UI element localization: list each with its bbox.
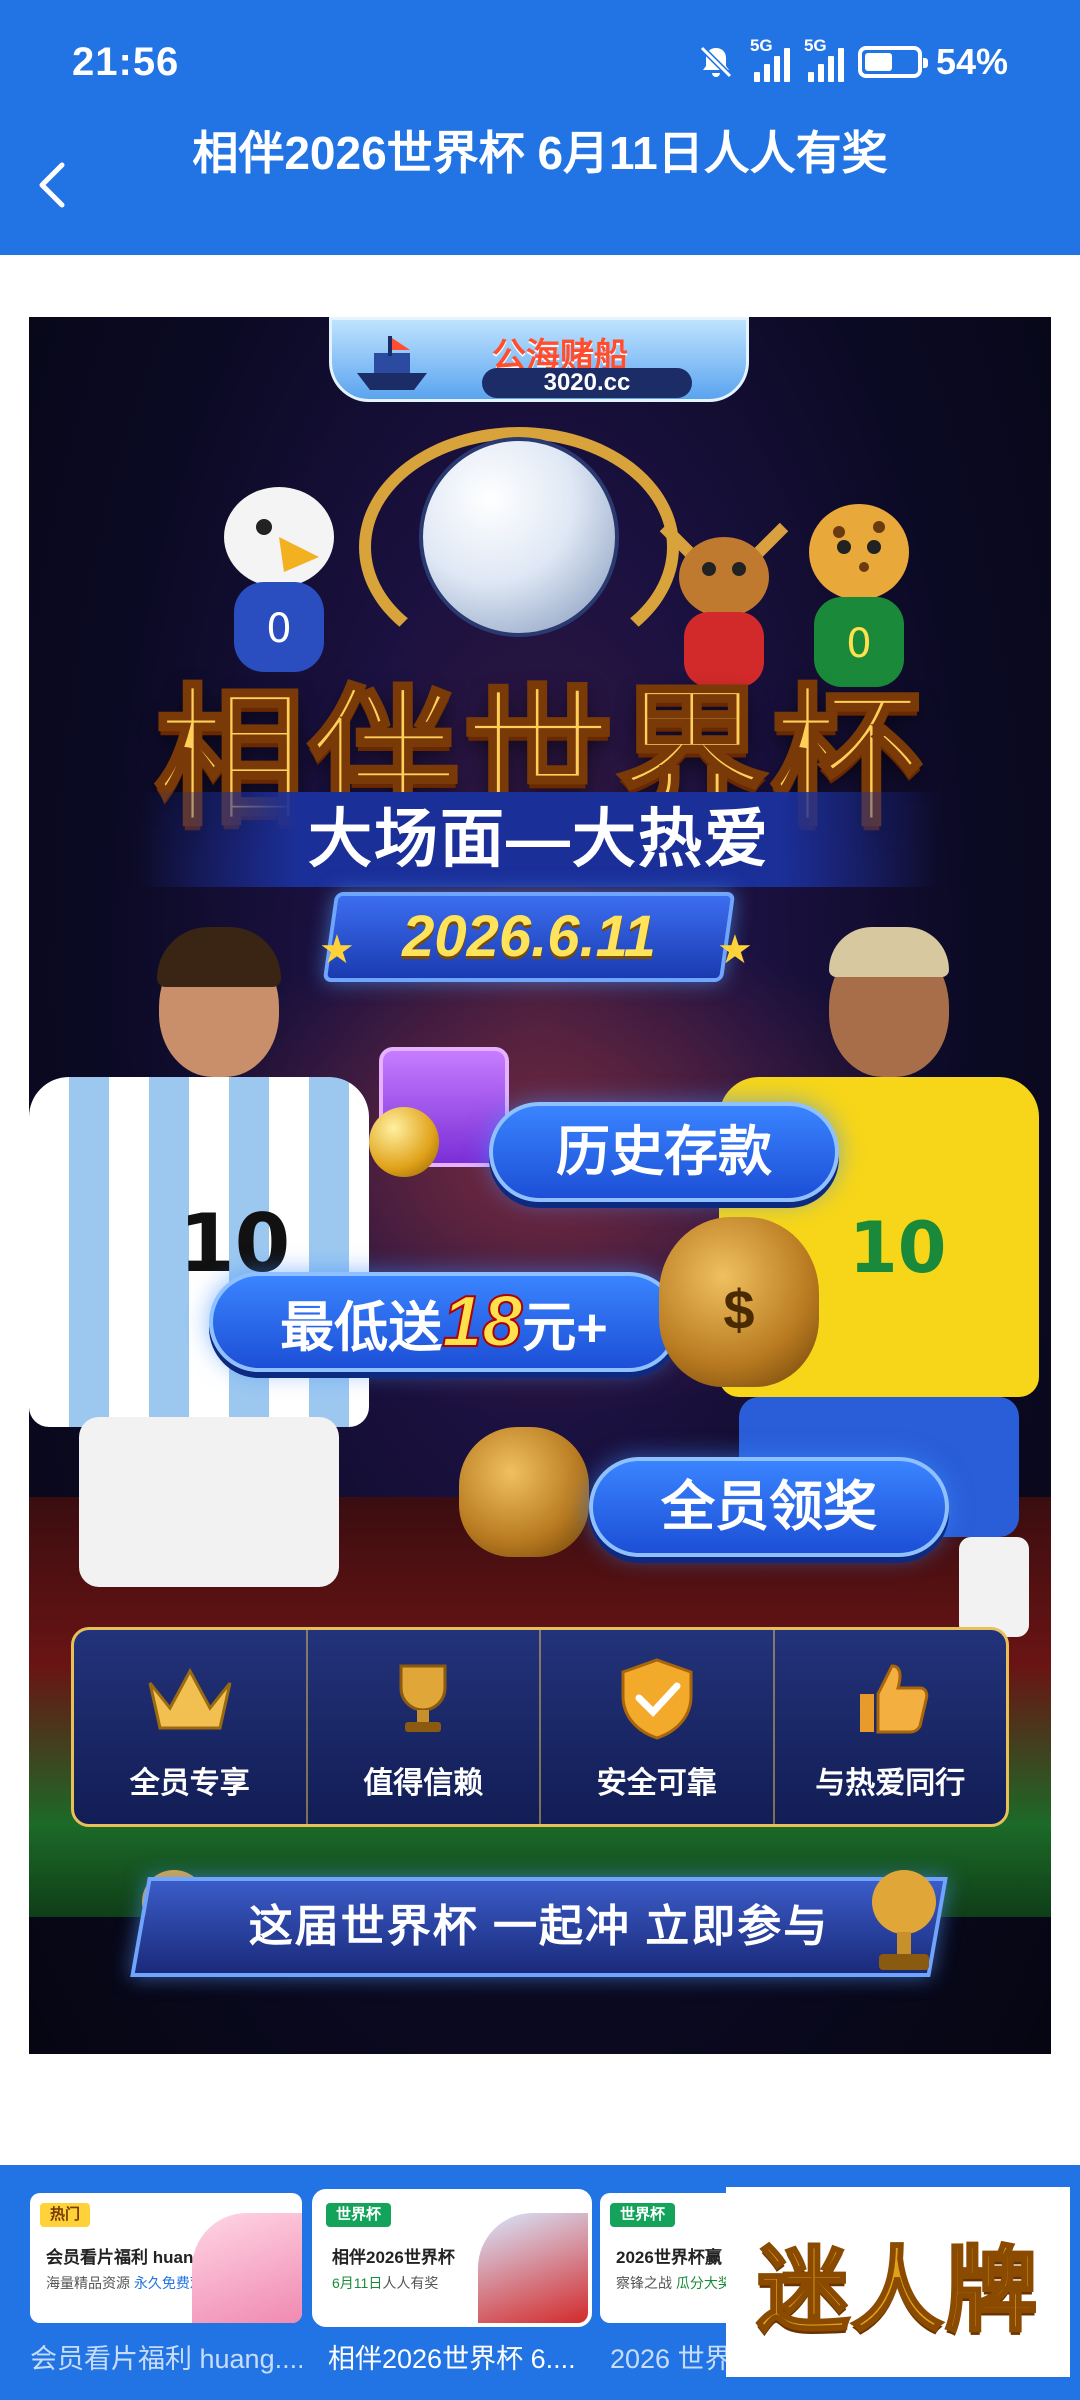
signal-bar: [783, 48, 790, 82]
battery-icon: [857, 46, 928, 78]
promo-min-bonus-suffix: 元+: [522, 1298, 608, 1358]
signal-icon-2: 5G: [804, 36, 844, 82]
cta-banner[interactable]: 这届世界杯 一起冲 立即参与: [130, 1877, 948, 1977]
card-tag: 热门: [40, 2203, 91, 2227]
top-bar: 21:56 5G 5G 54% 相伴2026世界杯 6月11日人人有奖: [0, 0, 1080, 255]
feature-item: 安全可靠: [541, 1630, 775, 1824]
player-right-sock: [959, 1537, 1029, 1637]
feature-label: 与热爱同行: [815, 1767, 966, 1800]
signal-bar: [817, 64, 824, 82]
card-tag: 世界杯: [610, 2203, 676, 2227]
card-caption: 相伴2026世界杯 6....: [328, 2344, 576, 2374]
carousel-card-active[interactable]: 世界杯 相伴2026世界杯 6月11日人人有奖: [312, 2189, 592, 2327]
promo-all-members: 全员领奖: [589, 1457, 949, 1557]
card-caption: 2026 世界: [610, 2344, 730, 2374]
battery-percent: 54%: [935, 41, 1008, 82]
status-bar: 21:56 5G 5G 54%: [0, 0, 1080, 120]
screen: 21:56 5G 5G 54% 相伴2026世界杯 6月11日人人有奖 公海赌船…: [0, 0, 1080, 2400]
poster-subheadline: 大场面—大热爱: [308, 803, 770, 875]
back-button[interactable]: [22, 150, 82, 220]
player-right-hair: [829, 927, 949, 977]
status-icons: 5G 5G 54%: [696, 36, 1008, 86]
shield-check-icon: [612, 1658, 702, 1740]
money-sack-icon: [459, 1427, 589, 1557]
thumbs-up-icon: [845, 1658, 935, 1738]
trophy-icon: [378, 1658, 468, 1738]
brand-url: 3020.cc: [482, 368, 692, 398]
signal-bar: [827, 56, 834, 82]
promo-min-bonus-amount: 18: [441, 1281, 523, 1363]
watermark-text: 迷人牌: [755, 2234, 1039, 2345]
card-thumbnail: [192, 2213, 302, 2323]
coins-icon: [369, 1107, 439, 1177]
feature-label: 全员专享: [129, 1767, 250, 1800]
signal-icon-1: 5G: [750, 36, 790, 82]
feature-label: 值得信赖: [363, 1767, 484, 1800]
crown-icon: [145, 1658, 235, 1738]
soccer-ball-icon: [419, 437, 619, 637]
signal-bar: [807, 72, 814, 82]
signal-bar: [763, 64, 770, 82]
card-subtitle: 6月11日人人有奖: [332, 2275, 439, 2291]
signal-bar: [773, 56, 780, 82]
page-title: 相伴2026世界杯 6月11日人人有奖: [192, 127, 888, 179]
promo-min-bonus-prefix: 最低送: [280, 1298, 443, 1358]
player-right-number: 10: [849, 1207, 947, 1289]
poster-date: 2026.6.11: [402, 904, 656, 969]
battery-level: [864, 53, 892, 71]
signal-bar: [837, 48, 844, 82]
carousel-card[interactable]: 热门 会员看片福利 huang.tv 海量精品资源 永久免费观看: [30, 2193, 302, 2323]
feature-item: 与热爱同行: [775, 1630, 1007, 1824]
money-bag-icon: $: [659, 1217, 819, 1387]
feature-label: 安全可靠: [596, 1767, 717, 1800]
poster-subheadline-banner: 大场面—大热爱: [139, 792, 939, 887]
features-bar: 全员专享 值得信赖 安全可靠 与热爱同行: [71, 1627, 1009, 1827]
player-left-shorts: [79, 1417, 339, 1587]
player-left-hair: [157, 927, 281, 987]
card-tag: 世界杯: [326, 2203, 392, 2227]
promo-poster-image: 公海赌船 3020.cc 0 0 相伴世界杯 大场面—大热爱 2026.6.11…: [29, 317, 1051, 2054]
cta-label: 这届世界杯 一起冲 立即参与: [248, 1902, 830, 1951]
gold-cup-icon: [859, 1862, 949, 1982]
card-caption: 会员看片福利 huang....: [30, 2344, 302, 2374]
promo-min-bonus: 最低送18元+: [209, 1272, 679, 1372]
card-subtitle: 察锋之战 瓜分大奖: [616, 2275, 732, 2291]
brand-logo: 公海赌船 3020.cc: [329, 317, 749, 402]
mute-bell-icon: [699, 45, 733, 79]
feature-item: 值得信赖: [308, 1630, 541, 1824]
watermark-logo: 迷人牌: [726, 2187, 1070, 2377]
ship-logo-icon: [357, 336, 427, 390]
promo-history-deposit: 历史存款: [489, 1102, 839, 1202]
card-title: 2026世界杯赢: [616, 2248, 722, 2267]
card-thumbnail: [478, 2213, 588, 2323]
signal-bar: [753, 72, 760, 82]
feature-item: 全员专享: [74, 1630, 308, 1824]
card-title: 相伴2026世界杯: [332, 2248, 455, 2267]
network-label-2: 5G: [803, 36, 827, 55]
nav-bar: 相伴2026世界杯 6月11日人人有奖: [0, 120, 1080, 255]
status-time: 21:56: [72, 40, 180, 84]
network-label-1: 5G: [749, 36, 773, 55]
chevron-left-icon: [39, 162, 65, 208]
